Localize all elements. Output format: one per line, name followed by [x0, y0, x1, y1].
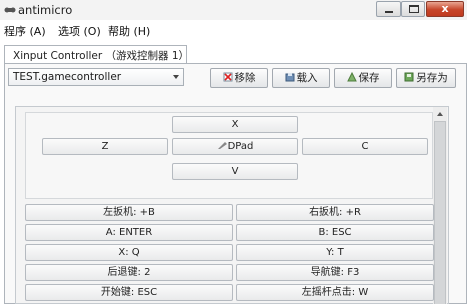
menu-program[interactable]: 程序 (A) — [4, 23, 46, 39]
mapping-button-left[interactable]: 开始键: ESC — [25, 284, 233, 301]
close-button[interactable]: x — [426, 1, 464, 17]
maximize-icon — [409, 5, 419, 13]
remove-button[interactable]: 移除 — [210, 68, 268, 88]
profile-select[interactable]: TEST.gamecontroller — [8, 68, 184, 86]
scrollbar-thumb[interactable] — [434, 121, 446, 304]
load-button[interactable]: 载入 — [272, 68, 330, 88]
dpad-down-button[interactable]: V — [172, 163, 298, 180]
mapping-button-right[interactable]: 导航键: F3 — [236, 264, 434, 281]
dpad-up-button[interactable]: X — [172, 116, 298, 133]
title-bar: antimicro x — [0, 0, 467, 20]
mapping-button-right[interactable]: B: ESC — [236, 224, 434, 241]
remove-icon — [223, 72, 232, 82]
menu-help[interactable]: 帮助 (H) — [108, 23, 150, 39]
mapping-button-left[interactable]: 左扳机: +B — [25, 204, 233, 221]
mapping-button-left[interactable]: A: ENTER — [25, 224, 233, 241]
save-as-button[interactable]: 另存为 — [396, 68, 456, 88]
mapping-button-left[interactable]: 后退键: 2 — [25, 264, 233, 281]
app-icon — [4, 7, 16, 13]
menu-options[interactable]: 选项 (O) — [58, 23, 101, 39]
load-label: 载入 — [296, 72, 318, 84]
save-as-icon — [404, 72, 414, 82]
save-as-label: 另存为 — [416, 72, 448, 84]
profile-select-value: TEST.gamecontroller — [13, 71, 122, 83]
dpad-center-label: DPad — [227, 141, 254, 152]
window-title: antimicro — [18, 3, 73, 17]
tab-strip: Xinput Controller （游戏控制器 1） — [0, 38, 467, 64]
close-icon: x — [441, 2, 449, 15]
mapping-button-right[interactable]: Y: T — [236, 244, 434, 261]
remove-label: 移除 — [234, 72, 256, 84]
save-icon — [346, 72, 357, 82]
scroll-up-icon[interactable] — [437, 112, 443, 116]
dpad-right-button[interactable]: C — [302, 138, 428, 155]
load-icon — [285, 73, 294, 82]
chevron-down-icon — [173, 75, 179, 79]
mapping-button-left[interactable]: X: Q — [25, 244, 233, 261]
dpad-center-button[interactable]: DPad — [172, 138, 298, 155]
mapping-button-right[interactable]: 左摇杆点击: W — [236, 284, 434, 301]
minimize-button[interactable] — [376, 1, 401, 17]
dpad-left-button[interactable]: Z — [42, 138, 168, 155]
dpad-icon — [217, 142, 227, 149]
vertical-scrollbar[interactable] — [433, 107, 447, 304]
minimize-icon — [385, 11, 393, 13]
save-label: 保存 — [358, 72, 380, 84]
menu-bar: 程序 (A) 选项 (O) 帮助 (H) — [0, 20, 467, 38]
tab-controller[interactable]: Xinput Controller （游戏控制器 1） — [4, 45, 189, 64]
save-button[interactable]: 保存 — [334, 68, 392, 88]
mapping-button-right[interactable]: 右扳机: +R — [236, 204, 434, 221]
maximize-button[interactable] — [401, 1, 425, 17]
